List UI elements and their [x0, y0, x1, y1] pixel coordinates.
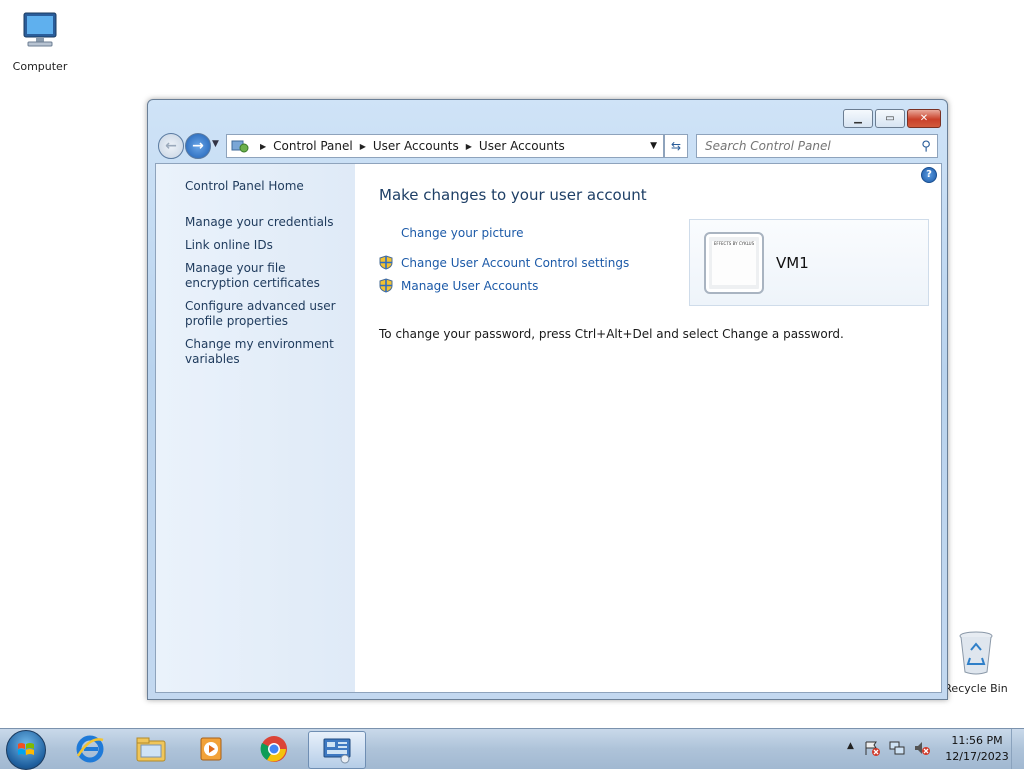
recent-pages-dropdown-icon[interactable]: ▼ — [212, 139, 219, 149]
search-icon[interactable]: ⚲ — [915, 139, 937, 154]
start-button[interactable] — [6, 730, 46, 770]
volume-muted-icon[interactable] — [913, 740, 931, 756]
help-icon: ? — [926, 169, 932, 180]
sidebar-link-advanced-profile[interactable]: Configure advanced user profile properti… — [185, 299, 345, 329]
clock-date: 12/17/2023 — [945, 750, 1009, 763]
back-button[interactable]: ← — [158, 133, 184, 159]
caption-buttons: ▁ ▭ ✕ — [841, 109, 941, 128]
desktop-icon-recycle-bin[interactable]: Recycle Bin — [940, 630, 1012, 695]
account-picture-image: EFFECTS BY CYKLUS — [712, 241, 756, 285]
taskbar-internet-explorer[interactable] — [62, 731, 118, 767]
close-icon: ✕ — [919, 113, 929, 124]
sidebar-link-file-encryption[interactable]: Manage your file encryption certificates — [185, 261, 345, 291]
desktop-icon-computer[interactable]: Computer — [4, 10, 76, 73]
task-manage-user-accounts[interactable]: Manage User Accounts — [379, 278, 538, 293]
uac-shield-icon — [379, 255, 393, 270]
control-panel-window: ▁ ▭ ✕ ← → ▼ ▶ Control Panel ▶ User Accou… — [147, 99, 948, 700]
maximize-button[interactable]: ▭ — [875, 109, 905, 128]
refresh-button[interactable]: ⇆ — [664, 134, 688, 158]
file-explorer-icon — [136, 737, 166, 762]
account-name: VM1 — [776, 254, 809, 272]
navigation-bar: ← → ▼ ▶ Control Panel ▶ User Accounts ▶ … — [156, 133, 939, 159]
clock-time: 11:56 PM — [951, 734, 1003, 747]
breadcrumb-user-accounts-current[interactable]: User Accounts — [479, 139, 565, 153]
taskbar-media-player[interactable] — [183, 731, 239, 767]
control-panel-icon — [323, 738, 351, 764]
back-arrow-icon: ← — [165, 138, 177, 154]
desktop-icon-label: Recycle Bin — [944, 682, 1008, 695]
minimize-icon: ▁ — [854, 113, 862, 124]
help-button[interactable]: ? — [921, 167, 937, 183]
computer-icon — [23, 12, 57, 47]
breadcrumb-separator-icon[interactable]: ▶ — [360, 142, 366, 151]
forward-button[interactable]: → — [185, 133, 211, 159]
breadcrumb-separator-icon[interactable]: ▶ — [466, 142, 472, 151]
sidebar-link-control-panel-home[interactable]: Control Panel Home — [185, 179, 345, 194]
breadcrumb-user-accounts[interactable]: User Accounts — [373, 139, 459, 153]
search-box: ⚲ — [696, 134, 938, 158]
show-desktop-button[interactable] — [1011, 729, 1024, 769]
taskbar-control-panel[interactable] — [308, 731, 366, 769]
password-info-text: To change your password, press Ctrl+Alt+… — [379, 327, 844, 341]
taskbar-file-explorer[interactable] — [123, 731, 179, 767]
sidebar-link-online-ids[interactable]: Link online IDs — [185, 238, 345, 253]
action-center-flag-icon[interactable] — [863, 740, 881, 756]
windows-logo-icon — [18, 743, 34, 755]
task-label[interactable]: Change your picture — [401, 226, 523, 240]
minimize-button[interactable]: ▁ — [843, 109, 873, 128]
address-bar[interactable]: ▶ Control Panel ▶ User Accounts ▶ User A… — [226, 134, 664, 158]
show-hidden-icons-icon[interactable]: ▲ — [847, 741, 854, 751]
internet-explorer-icon — [76, 735, 104, 763]
address-dropdown-icon[interactable]: ▼ — [650, 141, 657, 151]
task-label[interactable]: Manage User Accounts — [401, 279, 538, 293]
breadcrumb-control-panel[interactable]: Control Panel — [273, 139, 353, 153]
forward-arrow-icon: → — [192, 138, 204, 154]
close-button[interactable]: ✕ — [907, 109, 941, 128]
recycle-bin-icon — [959, 631, 993, 675]
page-title: Make changes to your user account — [379, 186, 647, 204]
account-picture[interactable]: EFFECTS BY CYKLUS — [704, 232, 764, 294]
desktop-icon-label: Computer — [12, 60, 68, 73]
sidebar-link-manage-credentials[interactable]: Manage your credentials — [185, 215, 345, 230]
content-area: Control Panel Home Manage your credentia… — [155, 163, 942, 693]
media-player-icon — [200, 737, 222, 761]
chrome-icon — [260, 736, 287, 762]
taskbar: ▲ 11:56 PM 12/17/2023 — [0, 728, 1024, 770]
account-card: EFFECTS BY CYKLUS VM1 — [689, 219, 929, 306]
account-picture-text: EFFECTS BY CYKLUS — [713, 241, 755, 246]
task-uac-settings[interactable]: Change User Account Control settings — [379, 255, 629, 270]
control-panel-small-icon — [231, 140, 249, 153]
task-label[interactable]: Change User Account Control settings — [401, 256, 629, 270]
refresh-icon: ⇆ — [670, 139, 682, 153]
sidebar: Control Panel Home Manage your credentia… — [156, 164, 355, 692]
sidebar-link-environment-variables[interactable]: Change my environment variables — [185, 337, 345, 367]
clock[interactable]: 11:56 PM 12/17/2023 — [941, 733, 1013, 765]
breadcrumb-separator-icon[interactable]: ▶ — [260, 142, 266, 151]
restore-icon: ▭ — [885, 113, 895, 124]
taskbar-chrome[interactable] — [246, 731, 302, 767]
uac-shield-icon — [379, 278, 393, 293]
network-icon[interactable] — [888, 740, 906, 756]
task-change-picture[interactable]: Change your picture — [401, 226, 523, 240]
search-input[interactable] — [697, 138, 915, 154]
